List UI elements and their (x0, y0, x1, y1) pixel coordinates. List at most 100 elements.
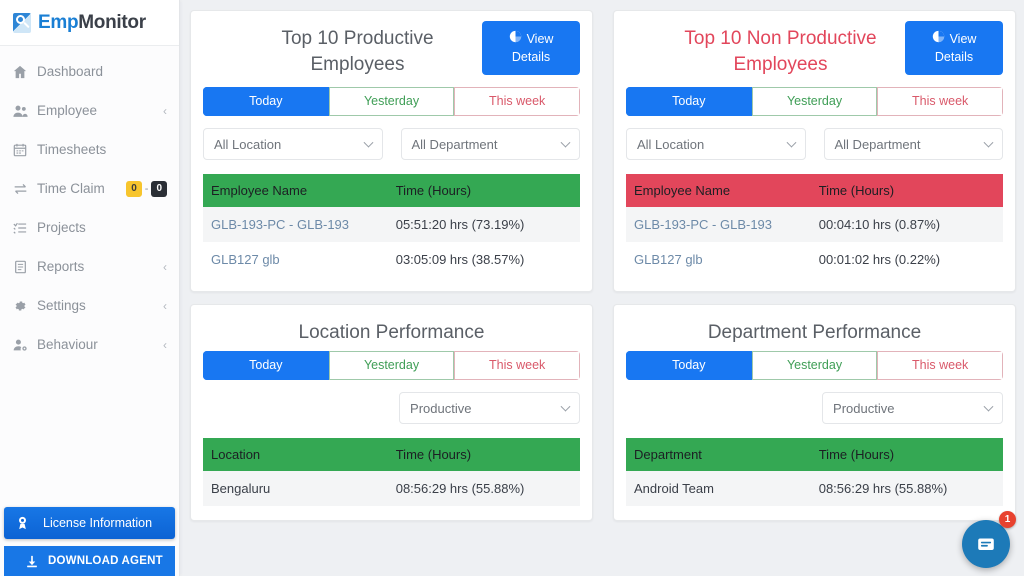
sidebar-nav: Dashboard Employee ‹ Timesheets Time Cla… (0, 46, 179, 364)
sidebar-item-dashboard[interactable]: Dashboard (0, 52, 179, 91)
sidebar-item-label: Behaviour (37, 337, 98, 352)
sidebar: EmpMonitor Dashboard Employee ‹ Timeshee… (0, 0, 180, 576)
tab-today[interactable]: Today (203, 87, 329, 116)
column-header-time: Time (Hours) (387, 174, 580, 207)
department-filter-select[interactable]: All Department (823, 128, 1003, 160)
department-name: Android Team (626, 471, 811, 506)
calendar-icon (10, 143, 30, 157)
tab-this-week[interactable]: This week (877, 351, 1003, 380)
employee-name-link[interactable]: GLB-193-PC - GLB-193 (203, 207, 388, 242)
tab-today[interactable]: Today (626, 87, 752, 116)
employee-time-value: 00:01:02 hrs (0.22%) (810, 242, 1003, 277)
sidebar-item-reports[interactable]: Reports ‹ (0, 247, 179, 286)
card-header: Location Performance (203, 315, 580, 347)
employee-name-link[interactable]: GLB127 glb (626, 242, 811, 277)
table-body: GLB-193-PC - GLB-193 05:51:20 hrs (73.19… (203, 207, 580, 277)
chevron-down-icon (560, 401, 571, 412)
view-details-line2: Details (511, 50, 551, 65)
sidebar-item-settings[interactable]: Settings ‹ (0, 286, 179, 325)
chevron-icon: ‹ (163, 103, 167, 118)
tab-yesterday[interactable]: Yesterday (328, 351, 455, 380)
document-icon (10, 260, 30, 274)
location-filter-select[interactable]: All Location (203, 128, 383, 160)
brand-part-2: Monitor (78, 11, 146, 33)
table-header: Location Time (Hours) (203, 438, 580, 471)
table-row[interactable]: Android Team 08:56:29 hrs (55.88%) (626, 471, 1003, 506)
sidebar-item-time-claim[interactable]: Time Claim 0 - 0 (0, 169, 179, 208)
award-ribbon-icon (16, 516, 29, 530)
license-information-label: License Information (43, 516, 153, 530)
location-filter-value: All Location (637, 136, 705, 152)
employee-name-link[interactable]: GLB-193-PC - GLB-193 (626, 207, 811, 242)
tab-yesterday[interactable]: Yesterday (751, 351, 878, 380)
chevron-down-icon (363, 137, 373, 148)
location-performance-table: Location Time (Hours) Bengaluru 08:56:29… (203, 438, 580, 506)
card-department-performance: Department Performance Today Yesterday T… (613, 304, 1016, 521)
chevron-down-icon (983, 137, 994, 148)
employee-name-link[interactable]: GLB127 glb (203, 242, 388, 277)
productivity-type-select[interactable]: Productive (399, 392, 580, 424)
period-tabs: Today Yesterday This week (203, 351, 580, 380)
department-filter-value: All Department (834, 136, 921, 152)
column-header-time: Time (Hours) (810, 438, 1003, 471)
brand-part-1: Emp (38, 11, 79, 33)
location-filter-select[interactable]: All Location (626, 128, 806, 160)
period-tabs: Today Yesterday This week (203, 87, 580, 116)
tab-yesterday[interactable]: Yesterday (328, 87, 455, 116)
users-icon (10, 104, 30, 118)
chevron-down-icon (560, 137, 571, 148)
tab-today[interactable]: Today (203, 351, 329, 380)
license-information-button[interactable]: License Information (4, 507, 175, 539)
card-top-productive-employees: Top 10 Productive Employees View Details… (190, 10, 593, 292)
home-icon (10, 65, 30, 79)
main-content: Top 10 Productive Employees View Details… (180, 0, 1024, 576)
tab-this-week[interactable]: This week (877, 87, 1003, 116)
dashboard-grid: Top 10 Productive Employees View Details… (190, 10, 1016, 521)
table-row[interactable]: GLB-193-PC - GLB-193 05:51:20 hrs (73.19… (203, 207, 580, 242)
sidebar-item-employee[interactable]: Employee ‹ (0, 91, 179, 130)
page-title: Top 10 Non Productive Employees (684, 28, 877, 75)
table-header: Employee Name Time (Hours) (203, 174, 580, 207)
brand-logo-area[interactable]: EmpMonitor (0, 0, 179, 46)
user-cog-icon (10, 338, 30, 352)
table-row[interactable]: Bengaluru 08:56:29 hrs (55.88%) (203, 471, 580, 506)
chat-widget-button[interactable] (962, 520, 1010, 568)
table-body: Android Team 08:56:29 hrs (55.88%) (626, 471, 1003, 506)
view-details-button[interactable]: View Details (482, 21, 580, 76)
download-agent-button[interactable]: DOWNLOAD AGENT (4, 546, 175, 576)
tab-this-week[interactable]: This week (454, 351, 580, 380)
table-body: GLB-193-PC - GLB-193 00:04:10 hrs (0.87%… (626, 207, 1003, 277)
employee-time-value: 00:04:10 hrs (0.87%) (810, 207, 1003, 242)
period-tabs: Today Yesterday This week (626, 87, 1003, 116)
status-badge-pending: 0 (126, 180, 142, 197)
productivity-type-select[interactable]: Productive (822, 392, 1003, 424)
page-title: Top 10 Productive Employees (281, 28, 434, 75)
chevron-icon: ‹ (163, 337, 167, 352)
filter-row: All Location All Department (203, 128, 580, 160)
department-filter-select[interactable]: All Department (400, 128, 580, 160)
chevron-icon: ‹ (163, 259, 167, 274)
table-header: Employee Name Time (Hours) (626, 174, 1003, 207)
card-top-non-productive-employees: Top 10 Non Productive Employees View Det… (613, 10, 1016, 292)
filter-row: All Location All Department (626, 128, 1003, 160)
sidebar-item-label: Time Claim (37, 181, 105, 196)
table-row[interactable]: GLB127 glb 00:01:02 hrs (0.22%) (626, 242, 1003, 277)
filter-row: Productive (203, 392, 580, 424)
sidebar-item-timesheets[interactable]: Timesheets (0, 130, 179, 169)
sidebar-item-projects[interactable]: Projects (0, 208, 179, 247)
column-header-time: Time (Hours) (387, 438, 580, 471)
page-title: Location Performance (298, 322, 485, 343)
tab-yesterday[interactable]: Yesterday (751, 87, 878, 116)
column-header-name: Employee Name (626, 174, 811, 207)
brand-title: EmpMonitor (38, 12, 146, 34)
sidebar-item-behaviour[interactable]: Behaviour ‹ (0, 325, 179, 364)
tab-this-week[interactable]: This week (454, 87, 580, 116)
department-filter-value: All Department (411, 136, 498, 152)
tab-today[interactable]: Today (626, 351, 752, 380)
sidebar-item-label: Dashboard (37, 64, 104, 79)
view-details-button[interactable]: View Details (905, 21, 1003, 76)
table-row[interactable]: GLB-193-PC - GLB-193 00:04:10 hrs (0.87%… (626, 207, 1003, 242)
magnifier-logo-icon (10, 11, 34, 35)
non-productive-employees-table: Employee Name Time (Hours) GLB-193-PC - … (626, 174, 1003, 277)
table-row[interactable]: GLB127 glb 03:05:09 hrs (38.57%) (203, 242, 580, 277)
